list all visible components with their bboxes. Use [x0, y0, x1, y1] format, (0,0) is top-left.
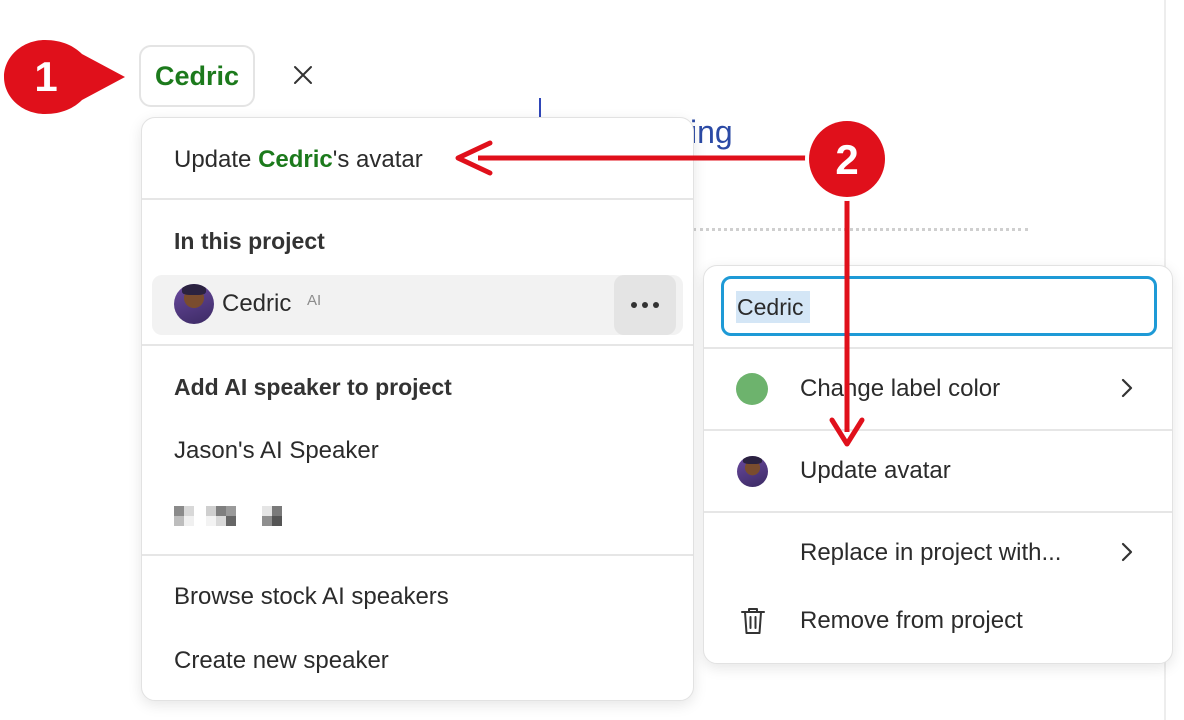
browse-stock-speakers-item[interactable]: Browse stock AI speakers [174, 583, 449, 611]
trash-icon [741, 608, 765, 634]
add-speaker-heading: Add AI speaker to project [174, 374, 452, 400]
remove-from-project-label: Remove from project [800, 607, 1023, 634]
menu-divider [142, 554, 693, 556]
ai-badge: AI [307, 292, 322, 309]
redacted-speaker-item[interactable] [174, 506, 284, 526]
speaker-chip-label: Cedric [154, 60, 240, 91]
speaker-name-value: Cedric [737, 294, 804, 320]
change-label-color-label: Change label color [800, 375, 1001, 402]
replace-in-project-label: Replace in project with... [800, 539, 1062, 566]
document-dotted-rule [693, 228, 1028, 231]
document-text-fragment: ing [690, 114, 733, 150]
in-project-heading: In this project [174, 228, 325, 254]
chevron-right-icon [1121, 542, 1133, 562]
chevron-right-icon [1121, 378, 1133, 398]
speaker-menu: Update Cedric's avatar In this project C… [141, 117, 694, 701]
update-avatar-prefix: Update [174, 146, 259, 173]
more-horizontal-icon[interactable] [614, 275, 676, 335]
replace-in-project-item[interactable]: Replace in project with... [704, 523, 1172, 583]
menu-divider [704, 511, 1172, 513]
project-speaker-name: Cedric [222, 290, 292, 317]
speaker-context-menu: Cedric Change label color Update avatar … [703, 265, 1173, 664]
menu-divider [704, 429, 1172, 431]
menu-divider [142, 198, 693, 200]
project-speaker-row[interactable]: Cedric AI [152, 275, 683, 335]
label-color-swatch [736, 373, 768, 405]
update-avatar-label: Update avatar [800, 457, 951, 484]
avatar [174, 284, 214, 324]
change-label-color-item[interactable]: Change label color [704, 359, 1172, 419]
step-2-number: 2 [835, 136, 858, 183]
update-avatar-speaker-name: Cedric [258, 146, 333, 173]
close-icon[interactable] [286, 58, 320, 92]
create-new-speaker-item[interactable]: Create new speaker [174, 647, 389, 675]
update-avatar-item[interactable]: Update avatar [704, 441, 1172, 501]
step-1-badge [4, 40, 125, 114]
update-speaker-avatar-item[interactable]: Update Cedric's avatar [174, 146, 423, 174]
menu-divider [142, 344, 693, 346]
speaker-chip[interactable]: Cedric [139, 45, 255, 107]
update-avatar-suffix: 's avatar [332, 146, 423, 173]
step-2-badge [809, 121, 885, 197]
step-1-number: 1 [34, 53, 57, 100]
remove-from-project-item[interactable]: Remove from project [704, 591, 1172, 651]
avatar [737, 456, 768, 487]
step-2-badge-ring [805, 117, 889, 201]
add-speaker-item[interactable]: Jason's AI Speaker [174, 437, 379, 465]
menu-divider [704, 347, 1172, 349]
